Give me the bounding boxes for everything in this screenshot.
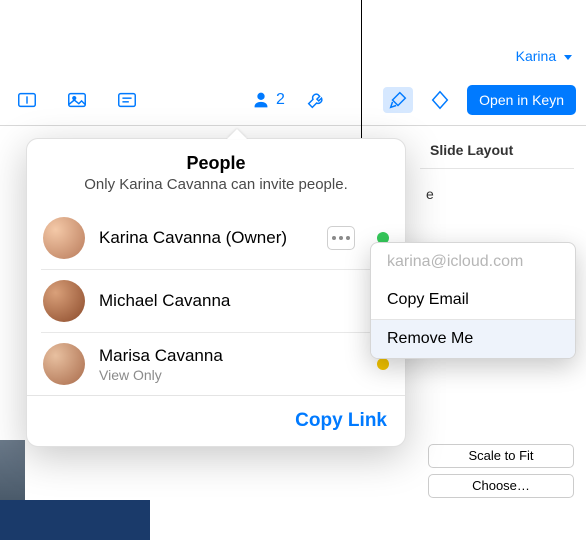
presence-indicator	[377, 358, 389, 370]
account-menu[interactable]: Karina	[516, 48, 572, 64]
people-list: Karina Cavanna (Owner) Michael Cavanna M…	[27, 203, 405, 395]
media-button[interactable]	[64, 89, 90, 111]
inspector-truncated-label: e	[426, 186, 434, 202]
person-row[interactable]: Michael Cavanna	[41, 269, 391, 332]
people-popover-subtitle: Only Karina Cavanna can invite people.	[43, 176, 389, 193]
slide-thumbnail-fragment	[0, 440, 25, 500]
toolbar-divider	[0, 125, 586, 126]
avatar	[43, 280, 85, 322]
context-menu-copy-email[interactable]: Copy Email	[371, 281, 575, 319]
person-row[interactable]: Marisa Cavanna View Only	[41, 332, 391, 395]
context-menu-remove-me[interactable]: Remove Me	[371, 320, 575, 358]
wrench-icon	[305, 89, 327, 111]
inspector-section-title: Slide Layout	[430, 142, 513, 158]
format-button[interactable]	[383, 87, 413, 113]
person-name: Michael Cavanna	[99, 291, 230, 311]
avatar	[43, 343, 85, 385]
person-name: Marisa Cavanna	[99, 346, 223, 366]
text-button[interactable]	[114, 89, 140, 111]
diamond-icon	[429, 89, 451, 111]
collaboration-count: 2	[276, 91, 285, 109]
choose-button[interactable]: Choose…	[428, 474, 574, 498]
image-icon	[66, 89, 88, 111]
add-icon	[16, 89, 38, 111]
paintbrush-icon	[387, 89, 409, 111]
context-menu: karina@icloud.com Copy Email Remove Me	[370, 242, 576, 359]
collaboration-button[interactable]: 2	[250, 89, 285, 111]
tools-button[interactable]	[303, 89, 329, 111]
more-options-button[interactable]	[327, 226, 355, 250]
inspector-divider	[420, 168, 574, 169]
person-role: View Only	[99, 367, 223, 383]
avatar	[43, 217, 85, 259]
account-name: Karina	[516, 48, 556, 64]
people-popover-title: People	[43, 153, 389, 174]
text-icon	[116, 89, 138, 111]
context-menu-email: karina@icloud.com	[371, 243, 575, 281]
scale-to-fit-button[interactable]: Scale to Fit	[428, 444, 574, 468]
toolbar: 2 Open in Keyn	[0, 80, 586, 120]
people-popover: People Only Karina Cavanna can invite pe…	[26, 138, 406, 447]
animate-button[interactable]	[427, 89, 453, 111]
copy-link-button[interactable]: Copy Link	[295, 410, 387, 431]
person-row[interactable]: Karina Cavanna (Owner)	[41, 207, 391, 269]
person-icon	[250, 89, 272, 111]
slide-thumbnail-fragment	[0, 500, 150, 540]
add-shape-button[interactable]	[14, 89, 40, 111]
open-in-keynote-button[interactable]: Open in Keyn	[467, 85, 576, 115]
person-name: Karina Cavanna (Owner)	[99, 228, 287, 248]
